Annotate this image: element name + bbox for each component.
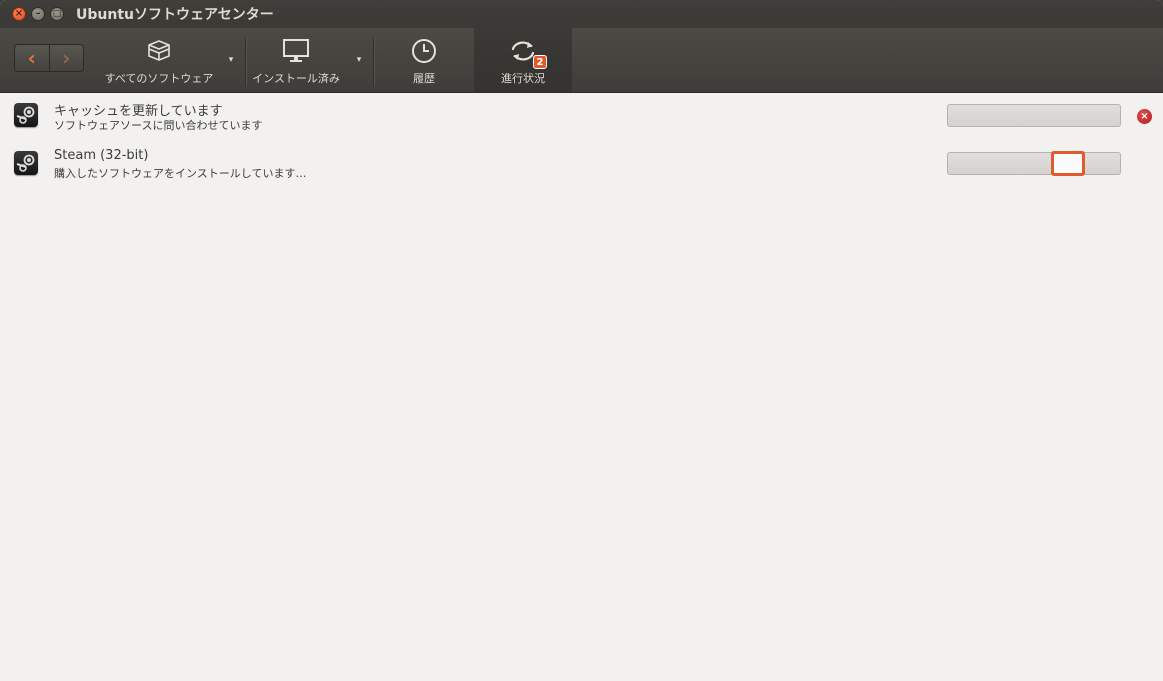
- installed-dropdown[interactable]: ▾: [346, 28, 372, 92]
- close-icon: ×: [1140, 111, 1149, 122]
- tab-progress-label: 進行状況: [501, 72, 545, 85]
- back-button[interactable]: ‹: [15, 45, 50, 71]
- software-center-window: × – □ Ubuntuソフトウェアセンター ‹ › すべてのソフトウェア ▾: [0, 0, 1163, 681]
- navigation-buttons: ‹ ›: [14, 44, 84, 72]
- forward-button[interactable]: ›: [50, 45, 84, 71]
- progress-bar: [947, 151, 1121, 176]
- tab-progress[interactable]: 進行状況: [474, 28, 572, 92]
- maximize-icon: □: [52, 8, 62, 19]
- task-subtitle: ソフトウェアソースに問い合わせています: [54, 119, 263, 132]
- chevron-right-icon: ›: [62, 46, 71, 70]
- tab-all-software[interactable]: すべてのソフトウェア: [100, 28, 218, 92]
- tab-history-label: 履歴: [413, 72, 435, 85]
- chevron-left-icon: ‹: [27, 46, 36, 70]
- close-icon: ×: [14, 8, 24, 19]
- caret-down-icon: ▾: [228, 55, 234, 65]
- cancel-button[interactable]: ×: [1137, 109, 1152, 124]
- toolbar-separator: [245, 38, 246, 86]
- minimize-button[interactable]: –: [31, 7, 45, 21]
- list-item[interactable]: キャッシュを更新しています ソフトウェアソースに問い合わせています ×: [0, 93, 1163, 137]
- monitor-icon: [283, 39, 309, 62]
- tab-installed[interactable]: インストール済み: [248, 28, 344, 92]
- title-bar[interactable]: × – □ Ubuntuソフトウェアセンター: [0, 0, 1163, 28]
- toolbar-separator: [373, 38, 374, 86]
- maximize-button[interactable]: □: [50, 7, 64, 21]
- caret-down-icon: ▾: [356, 55, 362, 65]
- all-software-dropdown[interactable]: ▾: [218, 28, 244, 92]
- window-title: Ubuntuソフトウェアセンター: [76, 7, 274, 23]
- progress-count-badge: 2: [533, 55, 547, 69]
- package-box-icon: [148, 40, 170, 61]
- clock-icon: [412, 39, 436, 63]
- minimize-icon: –: [35, 8, 41, 19]
- progress-list: キャッシュを更新しています ソフトウェアソースに問い合わせています × Stea…: [0, 93, 1163, 681]
- progress-bar: [947, 104, 1121, 127]
- task-subtitle: 購入したソフトウェアをインストールしています…: [54, 167, 307, 180]
- steam-icon: [14, 151, 38, 175]
- tab-all-software-label: すべてのソフトウェア: [104, 72, 214, 85]
- toolbar: ‹ › すべてのソフトウェア ▾ インストール済み ▾ 履歴 進行状況 2: [0, 28, 1163, 93]
- list-item[interactable]: Steam (32-bit) 購入したソフトウェアをインストールしています…: [0, 141, 1163, 185]
- tab-history[interactable]: 履歴: [376, 28, 472, 92]
- tab-installed-label: インストール済み: [252, 72, 340, 85]
- progress-pulse: [1051, 151, 1085, 176]
- task-title: Steam (32-bit): [54, 148, 149, 163]
- close-button[interactable]: ×: [12, 7, 26, 21]
- steam-icon: [14, 103, 38, 127]
